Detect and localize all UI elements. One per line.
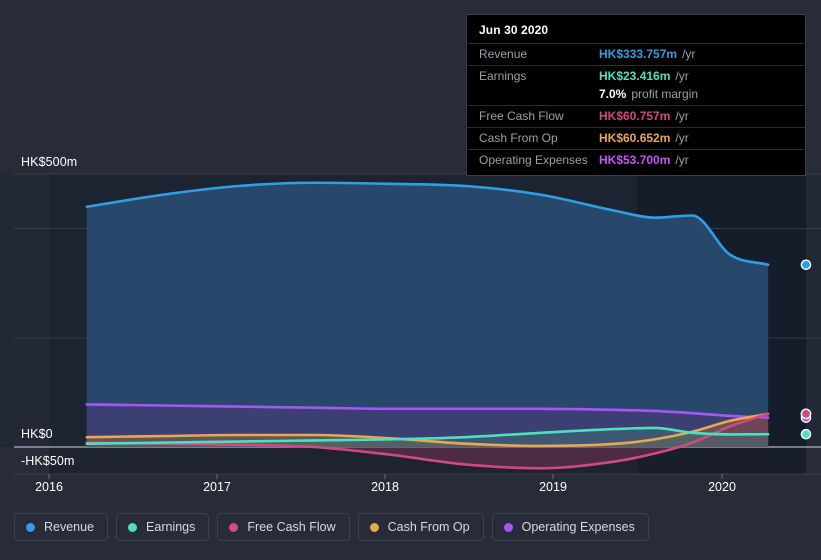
tooltip-row-revenue: Revenue HK$333.757m/yr: [467, 43, 805, 65]
chart-legend[interactable]: Revenue Earnings Free Cash Flow Cash From O…: [14, 513, 649, 541]
tooltip-row-label: Free Cash Flow: [479, 109, 564, 123]
tooltip-date: Jun 30 2020: [479, 23, 549, 37]
legend-item-cash-from-op[interactable]: Cash From Op: [357, 513, 484, 541]
tooltip-row-label: Operating Expenses: [479, 153, 588, 167]
tooltip-row-label: Revenue: [479, 47, 528, 61]
legend-item-earnings[interactable]: Earnings: [116, 513, 210, 541]
legend-color-dot-icon: [503, 522, 513, 532]
tooltip-row-unit: /yr: [675, 153, 689, 167]
legend-color-dot-icon: [229, 522, 239, 532]
tooltip-row-label: Cash From Op: [479, 131, 558, 145]
legend-item-label: Cash From Op: [387, 520, 470, 534]
tooltip-row-free-cash-flow: Free Cash Flow HK$60.757m/yr: [467, 105, 805, 127]
legend-item-label: Operating Expenses: [521, 520, 635, 534]
tooltip-margin-value: 7.0%: [599, 87, 627, 101]
tooltip-row-label: Earnings: [479, 69, 527, 83]
legend-color-dot-icon: [128, 522, 138, 532]
tooltip-row-unit: /yr: [675, 69, 689, 83]
legend-item-revenue[interactable]: Revenue: [14, 513, 109, 541]
tooltip-row-unit: /yr: [675, 131, 689, 145]
legend-color-dot-icon: [26, 522, 35, 532]
legend-color-dot-icon: [369, 522, 379, 532]
tooltip-rows: Revenue HK$333.757m/yr Earnings HK$23.416m /…: [467, 43, 805, 171]
tooltip-row-unit: /yr: [682, 47, 696, 61]
legend-item-label: Revenue: [44, 520, 95, 534]
y-axis-label-zero: HK$0: [21, 427, 53, 441]
tooltip-row-operating-expenses: Operating Expenses HK$53.700m/yr: [467, 149, 805, 171]
financial-chart-page: HK$500m HK$0 -HK$50m 2016 2017 2018 2019 202…: [0, 0, 821, 560]
x-axis-tick-2020: 2020: [708, 480, 736, 494]
legend-item-label: Earnings: [146, 520, 196, 534]
x-axis-tick-2018: 2018: [371, 480, 399, 494]
tooltip-profit-margin-row: 7.0% profit margin: [467, 87, 805, 105]
x-axis-tick-2019: 2019: [539, 480, 567, 494]
tooltip-row-value: HK$333.757m: [599, 47, 678, 61]
tooltip-row-value: HK$53.700m: [599, 153, 671, 167]
tooltip-row-value: HK$60.757m: [599, 109, 671, 123]
tooltip-row-value: HK$60.652m: [599, 131, 671, 145]
y-axis-label-top: HK$500m: [21, 155, 78, 169]
y-axis-label-negative: -HK$50m: [21, 454, 75, 468]
x-axis-tick-2016: 2016: [35, 480, 63, 494]
tooltip-row-earnings: Earnings HK$23.416m/yr: [467, 65, 805, 87]
chart-tooltip: Jun 30 2020 Revenue HK$333.757m/yr Earning…: [466, 14, 806, 176]
legend-item-operating-expenses[interactable]: Operating Expenses: [491, 513, 649, 541]
legend-item-label: Free Cash Flow: [247, 520, 336, 534]
tooltip-row-unit: /yr: [675, 109, 689, 123]
tooltip-row-cash-from-op: Cash From Op HK$60.652m/yr: [467, 127, 805, 149]
tooltip-margin-text: profit margin: [631, 87, 699, 101]
legend-item-free-cash-flow[interactable]: Free Cash Flow: [217, 513, 350, 541]
tooltip-row-value: HK$23.416m: [599, 69, 671, 83]
x-axis-tick-2017: 2017: [203, 480, 231, 494]
